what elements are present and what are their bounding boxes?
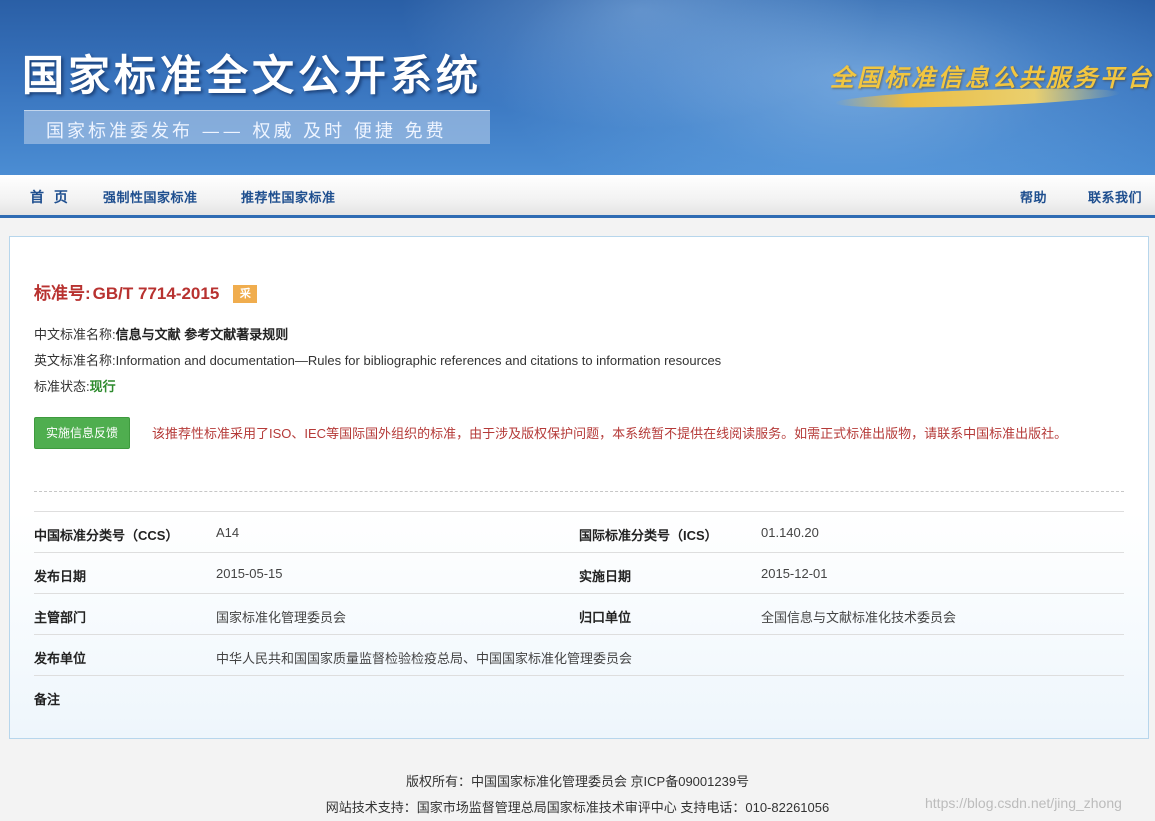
status-label: 标准状态:	[34, 379, 90, 394]
nav-help[interactable]: 帮助	[1020, 187, 1047, 206]
slogan-bar: 国家标准委发布 —— 权威 及时 便捷 免费	[24, 110, 490, 144]
nav-contact-us[interactable]: 联系我们	[1088, 187, 1142, 206]
standard-number: GB/T 7714-2015	[92, 284, 220, 303]
publisher-label: 发布单位	[34, 651, 87, 666]
nav-recommended-standards[interactable]: 推荐性国家标准	[241, 187, 336, 206]
platform-logo-text[interactable]: 全国标准信息公共服务平台	[830, 58, 1154, 93]
english-name-row: 英文标准名称:Information and documentation—Rul…	[34, 350, 721, 369]
nav-home[interactable]: 首 页	[30, 187, 71, 207]
implementation-feedback-button[interactable]: 实施信息反馈	[34, 417, 130, 449]
ccs-label: 中国标准分类号（CCS）	[34, 528, 179, 543]
section-divider	[34, 491, 1124, 492]
publisher-value: 中华人民共和国国家质量监督检验检疫总局、中国国家标准化管理委员会	[216, 651, 633, 666]
main-nav: 首 页 强制性国家标准 推荐性国家标准 帮助 联系我们	[0, 175, 1155, 218]
chinese-name-row: 中文标准名称:信息与文献 参考文献著录规则	[34, 324, 288, 343]
meta-row-dates: 发布日期 2015-05-15 实施日期 2015-12-01	[34, 552, 1124, 594]
ics-label: 国际标准分类号（ICS）	[579, 528, 718, 543]
adopted-badge: 采	[233, 285, 258, 303]
standard-number-label: 标准号:	[34, 284, 91, 303]
copyright-notice: 该推荐性标准采用了ISO、IEC等国际国外组织的标准，由于涉及版权保护问题，本系…	[152, 426, 1068, 441]
publish-date-value: 2015-05-15	[216, 566, 283, 581]
meta-row-publisher: 发布单位 中华人民共和国国家质量监督检验检疫总局、中国国家标准化管理委员会	[34, 634, 1124, 676]
slogan-text: 国家标准委发布 —— 权威 及时 便捷 免费	[46, 121, 447, 142]
meta-row-remark: 备注	[34, 675, 1124, 717]
ics-value: 01.140.20	[761, 525, 819, 540]
authority-label: 主管部门	[34, 610, 87, 625]
owner-label: 归口单位	[579, 610, 632, 625]
standard-detail-panel: 标准号: GB/T 7714-2015 采 中文标准名称:信息与文献 参考文献著录规…	[9, 236, 1149, 739]
english-name-label: 英文标准名称:	[34, 353, 116, 368]
english-name-value: Information and documentation—Rules for …	[115, 353, 722, 368]
implement-date-value: 2015-12-01	[761, 566, 828, 581]
meta-row-classification: 中国标准分类号（CCS） A14 国际标准分类号（ICS） 01.140.20	[34, 511, 1124, 553]
owner-value: 全国信息与文献标准化技术委员会	[761, 610, 957, 625]
header-banner: 国家标准全文公开系统 国家标准委发布 —— 权威 及时 便捷 免费 全国标准信息…	[0, 0, 1155, 175]
ccs-value: A14	[216, 525, 240, 540]
site-title: 国家标准全文公开系统	[22, 51, 483, 100]
standard-number-row: 标准号: GB/T 7714-2015 采	[34, 279, 258, 304]
chinese-name-label: 中文标准名称:	[34, 327, 116, 342]
status-row: 标准状态:现行	[34, 376, 116, 395]
nav-mandatory-standards[interactable]: 强制性国家标准	[103, 187, 198, 206]
remark-label: 备注	[34, 692, 61, 707]
chinese-name-value: 信息与文献 参考文献著录规则	[115, 327, 289, 342]
footer-copyright: 版权所有：中国国家标准化管理委员会 京ICP备09001239号	[405, 774, 750, 789]
publish-date-label: 发布日期	[34, 569, 87, 584]
authority-value: 国家标准化管理委员会	[216, 610, 347, 625]
blog-watermark: https://blog.csdn.net/jing_zhong	[925, 795, 1122, 811]
meta-row-departments: 主管部门 国家标准化管理委员会 归口单位 全国信息与文献标准化技术委员会	[34, 593, 1124, 635]
status-value: 现行	[89, 379, 116, 394]
implement-date-label: 实施日期	[579, 569, 632, 584]
